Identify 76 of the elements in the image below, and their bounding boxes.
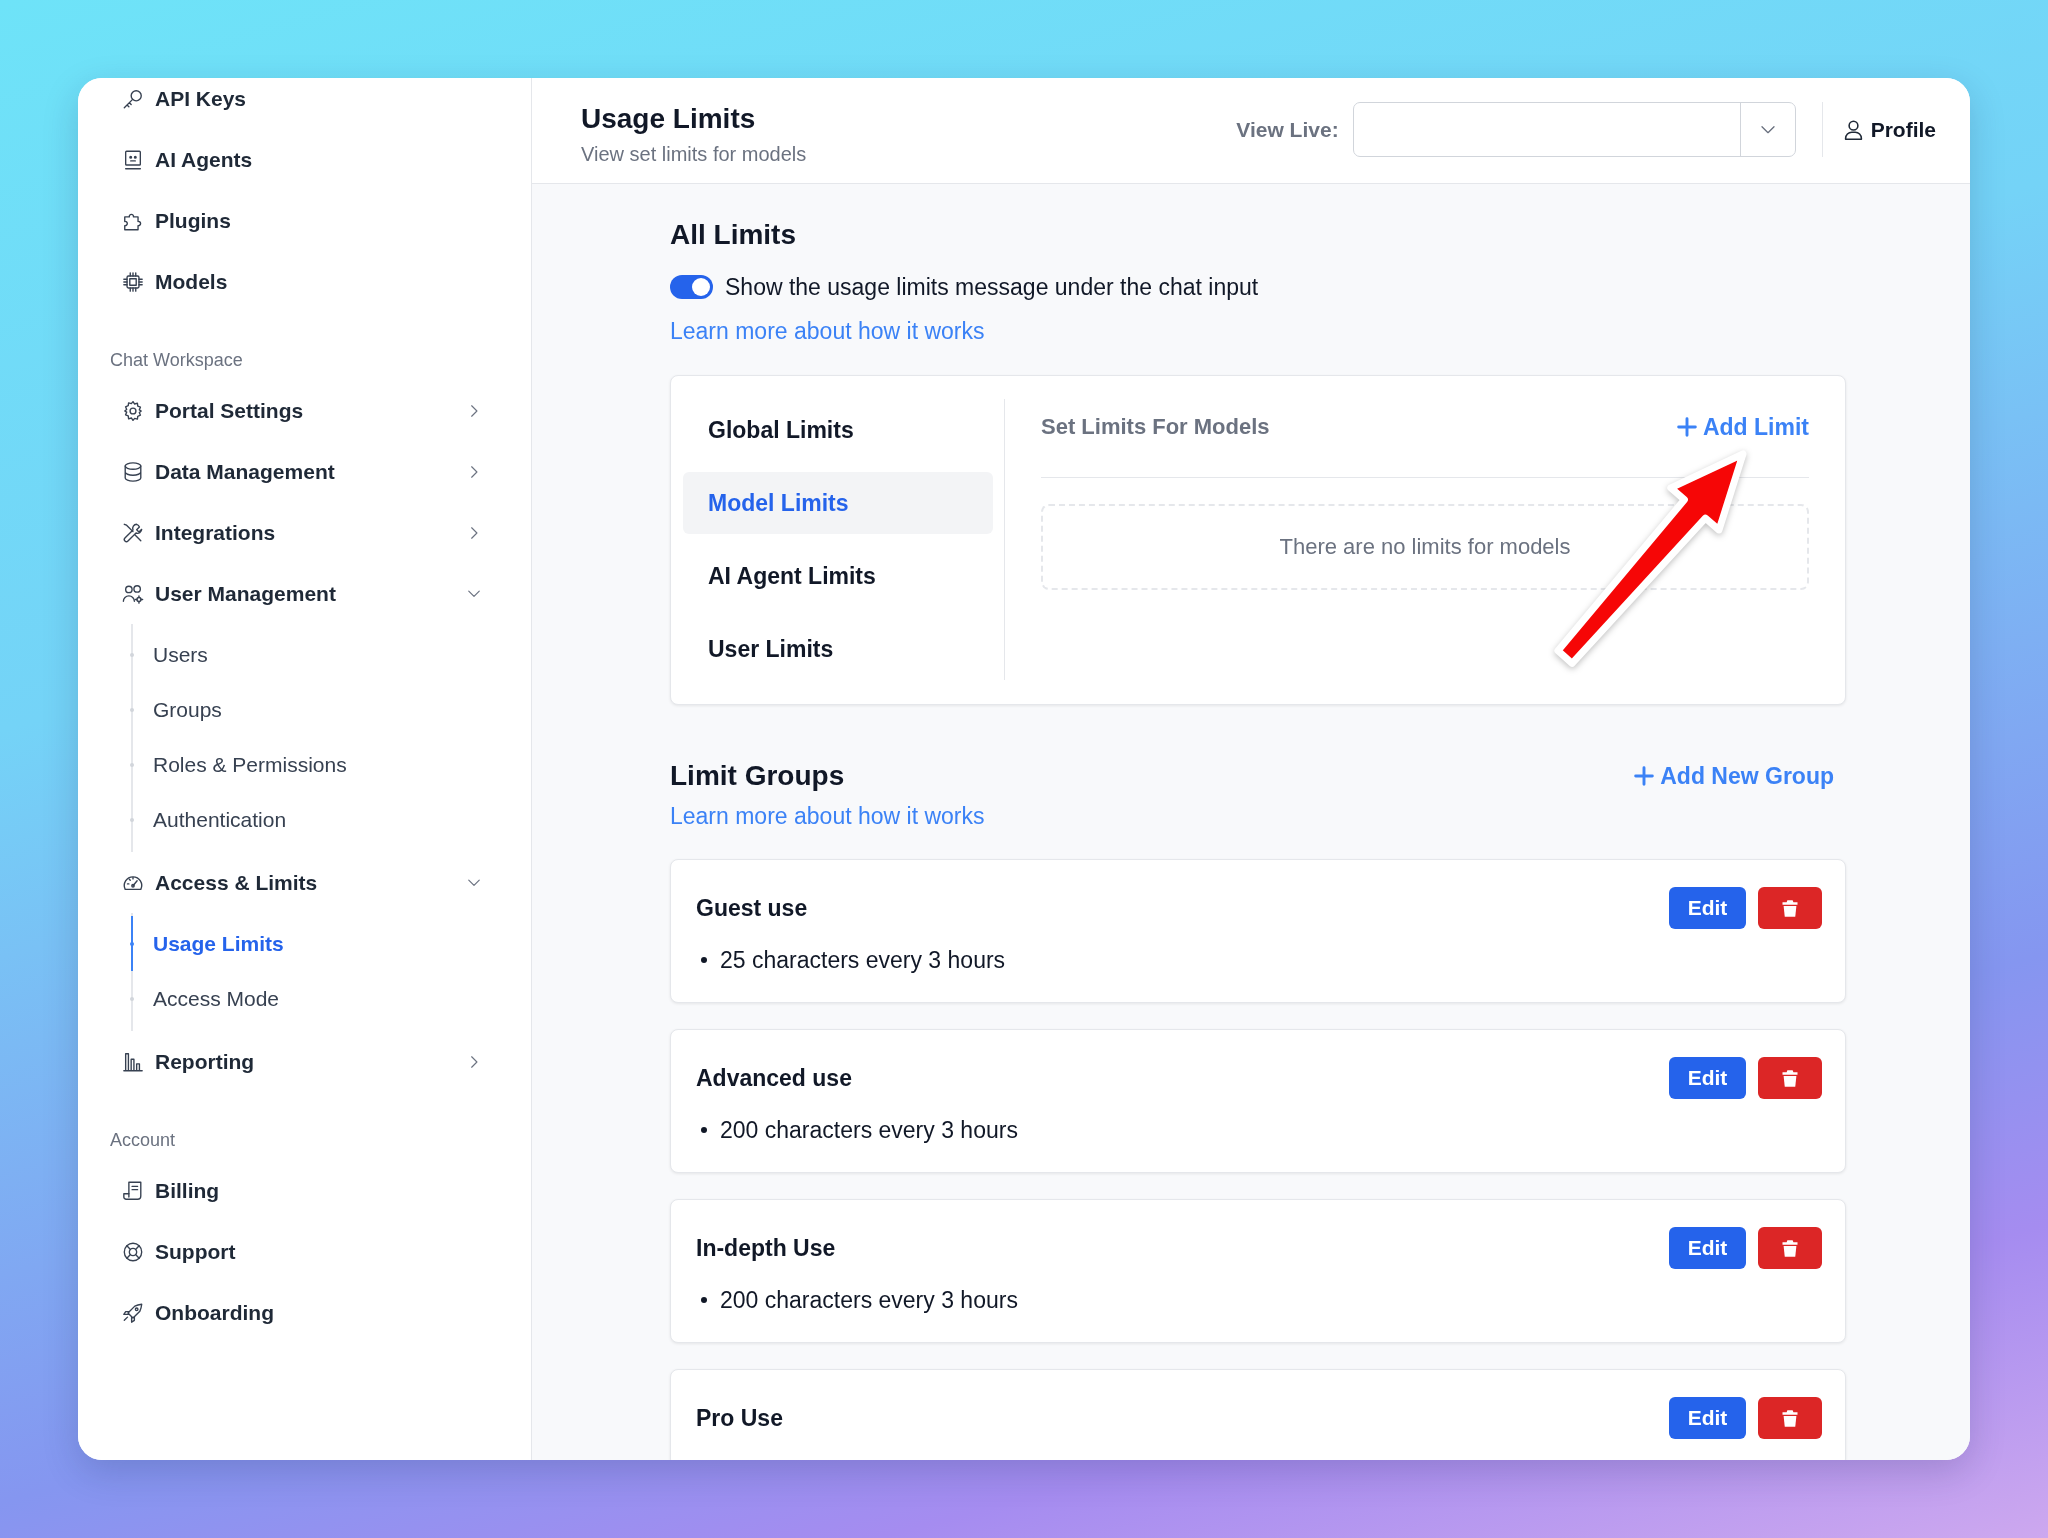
plus-icon — [1634, 766, 1655, 786]
view-live-label: View Live: — [1236, 117, 1339, 142]
users-gear-icon — [122, 582, 144, 605]
edit-button[interactable]: Edit — [1669, 1057, 1746, 1099]
delete-button[interactable] — [1758, 1227, 1822, 1269]
group-name: Pro Use — [696, 1404, 783, 1432]
page-subtitle: View set limits for models — [581, 142, 807, 167]
sidebar-subitem[interactable]: Roles & Permissions — [128, 737, 531, 792]
bullet-icon — [701, 957, 707, 963]
sidebar-item[interactable]: Reporting — [78, 1031, 531, 1092]
sidebar-item[interactable]: Plugins — [78, 190, 531, 251]
trash-icon — [1781, 1408, 1799, 1428]
page-title: Usage Limits — [581, 102, 757, 136]
toggle-label: Show the usage limits message under the chat input — [725, 273, 1259, 301]
limit-tab[interactable]: Model Limits — [683, 472, 993, 534]
sidebar-item[interactable]: Billing — [78, 1160, 531, 1221]
dot-icon — [130, 762, 134, 767]
delete-button[interactable] — [1758, 887, 1822, 929]
group-name: In-depth Use — [696, 1234, 836, 1262]
sidebar-subitem[interactable]: Authentication — [128, 792, 531, 847]
sidebar-item[interactable]: Portal Settings — [78, 380, 531, 441]
section-heading: Limit Groups — [670, 759, 845, 793]
edit-button[interactable]: Edit — [1669, 1227, 1746, 1269]
lifebuoy-icon — [122, 1240, 144, 1263]
group-name: Guest use — [696, 894, 808, 922]
trash-icon — [1781, 1068, 1799, 1088]
sidebar-item[interactable]: AI Agents — [78, 129, 531, 190]
receipt-icon — [122, 1179, 144, 1202]
section-title: Account — [109, 1129, 177, 1152]
group-name: Advanced use — [696, 1064, 852, 1092]
tools-icon — [122, 521, 144, 544]
sidebar-subitem[interactable]: Users — [128, 627, 531, 682]
sidebar-subitem[interactable]: Groups — [128, 682, 531, 737]
delete-button[interactable] — [1758, 1397, 1822, 1439]
delete-button[interactable] — [1758, 1057, 1822, 1099]
trash-icon — [1781, 1238, 1799, 1258]
toggle-switch[interactable] — [670, 275, 713, 299]
limit-rule: 200 characters every 3 hours — [720, 1286, 1018, 1314]
limit-tab[interactable]: User Limits — [683, 618, 993, 680]
section-heading: All Limits — [670, 218, 797, 252]
edit-button[interactable]: Edit — [1669, 887, 1746, 929]
trash-icon — [1781, 898, 1799, 918]
sidebar-item[interactable]: User Management — [78, 563, 531, 624]
bar-chart-icon — [122, 1050, 144, 1073]
chip-icon — [122, 270, 144, 293]
gear-icon — [122, 399, 144, 422]
dot-icon — [130, 817, 134, 822]
sidebar-item[interactable]: API Keys — [78, 78, 531, 129]
sidebar-item[interactable]: Models — [78, 251, 531, 312]
edit-button[interactable]: Edit — [1669, 1397, 1746, 1439]
dot-icon — [130, 707, 134, 712]
limit-rule: 200 characters every 3 hours — [720, 1116, 1018, 1144]
sidebar-item[interactable]: Data Management — [78, 441, 531, 502]
key-icon — [122, 87, 144, 110]
sidebar-item[interactable]: Access & Limits — [78, 852, 531, 913]
dot-icon — [130, 996, 134, 1001]
bullet-icon — [701, 1127, 707, 1133]
sidebar-subitem[interactable]: Access Mode — [128, 971, 531, 1026]
sidebar-item[interactable]: Integrations — [78, 502, 531, 563]
rocket-icon — [122, 1301, 144, 1324]
plus-icon — [1676, 417, 1697, 437]
add-limit-button[interactable]: Add Limit — [1676, 413, 1809, 441]
limit-tab[interactable]: AI Agent Limits — [683, 545, 993, 607]
limit-rule: 25 characters every 3 hours — [720, 946, 1006, 974]
dot-icon — [130, 652, 134, 657]
panel-heading: Set Limits For Models — [1041, 414, 1270, 440]
robot-face-icon — [122, 148, 144, 171]
database-icon — [122, 460, 144, 483]
bullet-icon — [701, 1297, 707, 1303]
profile-button[interactable]: Profile — [1842, 117, 1936, 142]
limit-tab[interactable]: Global Limits — [683, 399, 993, 461]
sidebar-item[interactable]: Support — [78, 1221, 531, 1282]
dot-icon — [130, 941, 134, 946]
section-title: Chat Workspace — [109, 349, 244, 372]
user-icon — [1842, 118, 1864, 141]
sidebar-item[interactable]: Onboarding — [78, 1282, 531, 1343]
